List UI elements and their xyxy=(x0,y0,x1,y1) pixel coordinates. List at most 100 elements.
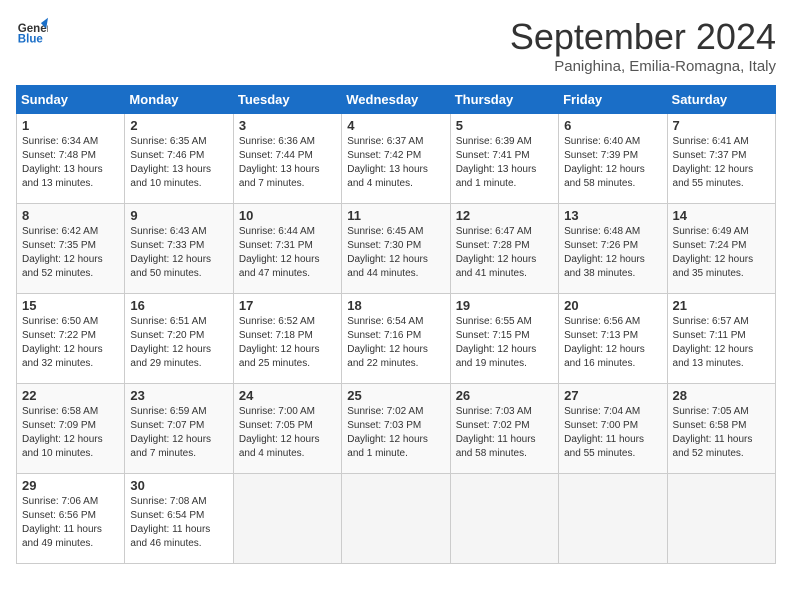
week-row-2: 8 Sunrise: 6:42 AMSunset: 7:35 PMDayligh… xyxy=(17,204,776,294)
calendar-cell: 8 Sunrise: 6:42 AMSunset: 7:35 PMDayligh… xyxy=(17,204,125,294)
day-number: 29 xyxy=(22,478,119,493)
day-number: 17 xyxy=(239,298,336,313)
day-number: 27 xyxy=(564,388,661,403)
day-number: 5 xyxy=(456,118,553,133)
calendar-cell: 13 Sunrise: 6:48 AMSunset: 7:26 PMDaylig… xyxy=(559,204,667,294)
day-number: 14 xyxy=(673,208,770,223)
day-info: Sunrise: 6:49 AMSunset: 7:24 PMDaylight:… xyxy=(673,225,770,281)
col-saturday: Saturday xyxy=(667,86,775,114)
header-row: Sunday Monday Tuesday Wednesday Thursday… xyxy=(17,86,776,114)
day-info: Sunrise: 6:54 AMSunset: 7:16 PMDaylight:… xyxy=(347,315,444,371)
day-number: 19 xyxy=(456,298,553,313)
calendar-cell: 12 Sunrise: 6:47 AMSunset: 7:28 PMDaylig… xyxy=(450,204,558,294)
day-number: 2 xyxy=(130,118,227,133)
calendar-cell: 29 Sunrise: 7:06 AMSunset: 6:56 PMDaylig… xyxy=(17,474,125,564)
day-info: Sunrise: 6:50 AMSunset: 7:22 PMDaylight:… xyxy=(22,315,119,371)
calendar-cell: 16 Sunrise: 6:51 AMSunset: 7:20 PMDaylig… xyxy=(125,294,233,384)
calendar-cell: 30 Sunrise: 7:08 AMSunset: 6:54 PMDaylig… xyxy=(125,474,233,564)
day-info: Sunrise: 6:59 AMSunset: 7:07 PMDaylight:… xyxy=(130,405,227,461)
calendar-cell: 23 Sunrise: 6:59 AMSunset: 7:07 PMDaylig… xyxy=(125,384,233,474)
logo: General Blue xyxy=(16,16,48,48)
calendar-cell: 4 Sunrise: 6:37 AMSunset: 7:42 PMDayligh… xyxy=(342,114,450,204)
day-info: Sunrise: 6:42 AMSunset: 7:35 PMDaylight:… xyxy=(22,225,119,281)
day-number: 20 xyxy=(564,298,661,313)
calendar-cell: 2 Sunrise: 6:35 AMSunset: 7:46 PMDayligh… xyxy=(125,114,233,204)
title-block: September 2024 Panighina, Emilia-Romagna… xyxy=(510,16,776,75)
calendar-cell: 28 Sunrise: 7:05 AMSunset: 6:58 PMDaylig… xyxy=(667,384,775,474)
month-title: September 2024 xyxy=(510,16,776,58)
day-info: Sunrise: 6:52 AMSunset: 7:18 PMDaylight:… xyxy=(239,315,336,371)
day-number: 26 xyxy=(456,388,553,403)
day-number: 4 xyxy=(347,118,444,133)
day-info: Sunrise: 7:08 AMSunset: 6:54 PMDaylight:… xyxy=(130,495,227,551)
day-info: Sunrise: 6:41 AMSunset: 7:37 PMDaylight:… xyxy=(673,135,770,191)
day-number: 30 xyxy=(130,478,227,493)
day-info: Sunrise: 7:03 AMSunset: 7:02 PMDaylight:… xyxy=(456,405,553,461)
calendar-cell xyxy=(342,474,450,564)
calendar-table: Sunday Monday Tuesday Wednesday Thursday… xyxy=(16,85,776,564)
day-info: Sunrise: 6:40 AMSunset: 7:39 PMDaylight:… xyxy=(564,135,661,191)
day-info: Sunrise: 7:05 AMSunset: 6:58 PMDaylight:… xyxy=(673,405,770,461)
page-header: General Blue September 2024 Panighina, E… xyxy=(16,16,776,75)
day-info: Sunrise: 6:57 AMSunset: 7:11 PMDaylight:… xyxy=(673,315,770,371)
day-info: Sunrise: 6:37 AMSunset: 7:42 PMDaylight:… xyxy=(347,135,444,191)
col-friday: Friday xyxy=(559,86,667,114)
day-number: 6 xyxy=(564,118,661,133)
day-number: 15 xyxy=(22,298,119,313)
day-info: Sunrise: 6:47 AMSunset: 7:28 PMDaylight:… xyxy=(456,225,553,281)
day-info: Sunrise: 7:06 AMSunset: 6:56 PMDaylight:… xyxy=(22,495,119,551)
day-info: Sunrise: 6:45 AMSunset: 7:30 PMDaylight:… xyxy=(347,225,444,281)
day-number: 7 xyxy=(673,118,770,133)
calendar-cell: 6 Sunrise: 6:40 AMSunset: 7:39 PMDayligh… xyxy=(559,114,667,204)
day-info: Sunrise: 6:39 AMSunset: 7:41 PMDaylight:… xyxy=(456,135,553,191)
week-row-5: 29 Sunrise: 7:06 AMSunset: 6:56 PMDaylig… xyxy=(17,474,776,564)
calendar-cell: 11 Sunrise: 6:45 AMSunset: 7:30 PMDaylig… xyxy=(342,204,450,294)
calendar-cell xyxy=(450,474,558,564)
day-info: Sunrise: 7:02 AMSunset: 7:03 PMDaylight:… xyxy=(347,405,444,461)
svg-text:Blue: Blue xyxy=(18,34,44,46)
day-number: 3 xyxy=(239,118,336,133)
week-row-3: 15 Sunrise: 6:50 AMSunset: 7:22 PMDaylig… xyxy=(17,294,776,384)
col-thursday: Thursday xyxy=(450,86,558,114)
calendar-cell: 18 Sunrise: 6:54 AMSunset: 7:16 PMDaylig… xyxy=(342,294,450,384)
calendar-cell xyxy=(559,474,667,564)
calendar-cell: 24 Sunrise: 7:00 AMSunset: 7:05 PMDaylig… xyxy=(233,384,341,474)
day-info: Sunrise: 6:36 AMSunset: 7:44 PMDaylight:… xyxy=(239,135,336,191)
day-info: Sunrise: 6:51 AMSunset: 7:20 PMDaylight:… xyxy=(130,315,227,371)
day-info: Sunrise: 6:34 AMSunset: 7:48 PMDaylight:… xyxy=(22,135,119,191)
day-number: 8 xyxy=(22,208,119,223)
day-number: 18 xyxy=(347,298,444,313)
location-subtitle: Panighina, Emilia-Romagna, Italy xyxy=(510,58,776,75)
calendar-cell: 20 Sunrise: 6:56 AMSunset: 7:13 PMDaylig… xyxy=(559,294,667,384)
day-number: 12 xyxy=(456,208,553,223)
day-number: 25 xyxy=(347,388,444,403)
day-info: Sunrise: 6:55 AMSunset: 7:15 PMDaylight:… xyxy=(456,315,553,371)
calendar-cell: 14 Sunrise: 6:49 AMSunset: 7:24 PMDaylig… xyxy=(667,204,775,294)
calendar-cell: 26 Sunrise: 7:03 AMSunset: 7:02 PMDaylig… xyxy=(450,384,558,474)
day-number: 23 xyxy=(130,388,227,403)
day-number: 21 xyxy=(673,298,770,313)
day-number: 24 xyxy=(239,388,336,403)
logo-icon: General Blue xyxy=(16,16,48,48)
day-info: Sunrise: 6:58 AMSunset: 7:09 PMDaylight:… xyxy=(22,405,119,461)
col-sunday: Sunday xyxy=(17,86,125,114)
day-number: 9 xyxy=(130,208,227,223)
calendar-cell: 27 Sunrise: 7:04 AMSunset: 7:00 PMDaylig… xyxy=(559,384,667,474)
calendar-cell: 22 Sunrise: 6:58 AMSunset: 7:09 PMDaylig… xyxy=(17,384,125,474)
calendar-cell: 7 Sunrise: 6:41 AMSunset: 7:37 PMDayligh… xyxy=(667,114,775,204)
week-row-4: 22 Sunrise: 6:58 AMSunset: 7:09 PMDaylig… xyxy=(17,384,776,474)
day-number: 22 xyxy=(22,388,119,403)
day-info: Sunrise: 6:48 AMSunset: 7:26 PMDaylight:… xyxy=(564,225,661,281)
day-info: Sunrise: 6:43 AMSunset: 7:33 PMDaylight:… xyxy=(130,225,227,281)
col-wednesday: Wednesday xyxy=(342,86,450,114)
day-number: 1 xyxy=(22,118,119,133)
calendar-cell: 15 Sunrise: 6:50 AMSunset: 7:22 PMDaylig… xyxy=(17,294,125,384)
calendar-cell: 17 Sunrise: 6:52 AMSunset: 7:18 PMDaylig… xyxy=(233,294,341,384)
calendar-cell xyxy=(667,474,775,564)
day-info: Sunrise: 7:00 AMSunset: 7:05 PMDaylight:… xyxy=(239,405,336,461)
day-info: Sunrise: 7:04 AMSunset: 7:00 PMDaylight:… xyxy=(564,405,661,461)
day-number: 13 xyxy=(564,208,661,223)
day-info: Sunrise: 6:56 AMSunset: 7:13 PMDaylight:… xyxy=(564,315,661,371)
calendar-cell: 3 Sunrise: 6:36 AMSunset: 7:44 PMDayligh… xyxy=(233,114,341,204)
col-monday: Monday xyxy=(125,86,233,114)
